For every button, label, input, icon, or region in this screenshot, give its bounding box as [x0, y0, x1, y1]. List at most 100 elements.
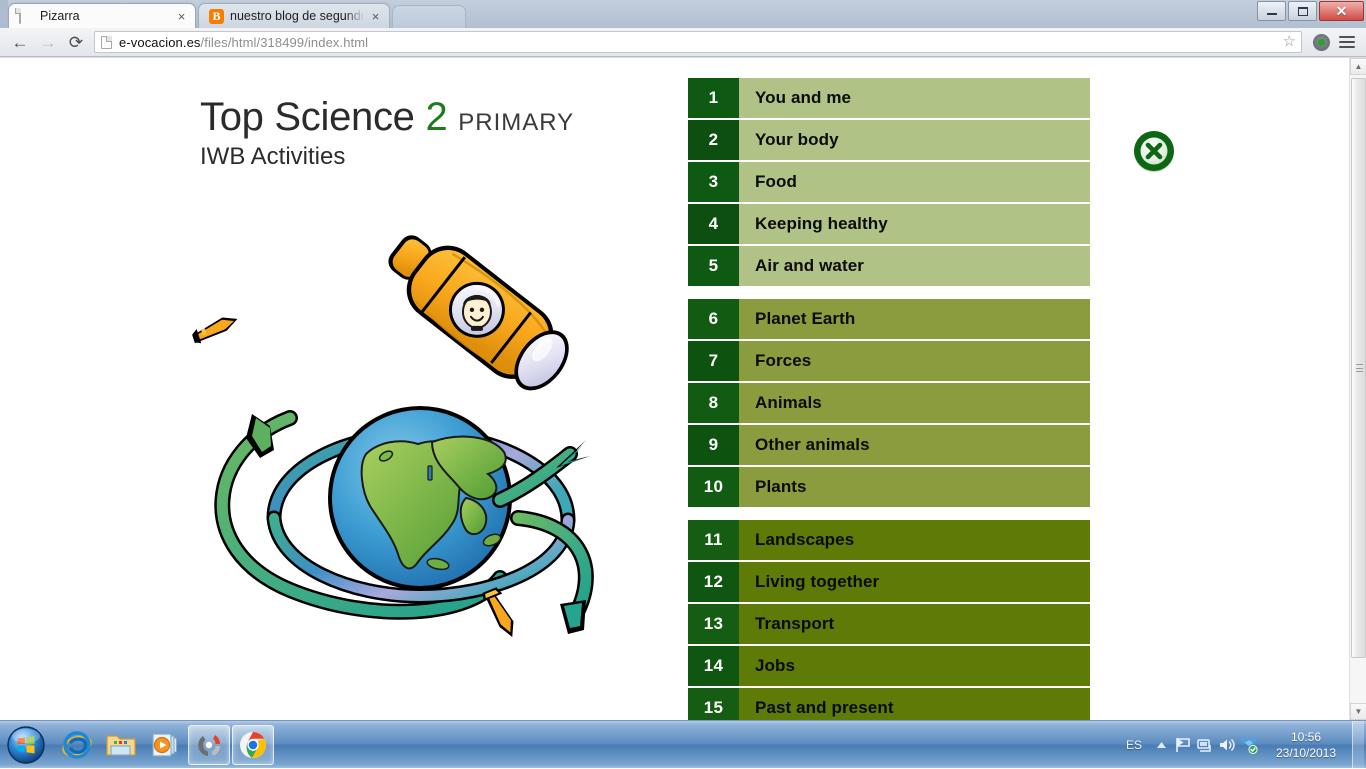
tab-title: Pizarra: [40, 9, 80, 23]
menu-item-number: 7: [688, 341, 739, 381]
menu-item-label: Other animals: [739, 425, 1090, 465]
back-icon[interactable]: ←: [6, 28, 34, 56]
network-icon[interactable]: [1194, 725, 1216, 765]
menu-item-7[interactable]: 7 Forces: [688, 341, 1090, 381]
reload-icon[interactable]: ⟳: [62, 28, 90, 56]
menu-item-1[interactable]: 1 You and me: [688, 78, 1090, 118]
activity-menu: 1 You and me 2 Your body 3 Food 4 Keepin…: [688, 78, 1090, 720]
menu-item-number: 5: [688, 246, 739, 286]
address-bar[interactable]: e-vocacion.es/files/html/318499/index.ht…: [94, 31, 1302, 53]
taskbar-internet-explorer-icon[interactable]: [56, 725, 98, 765]
taskbar-app-tool-icon[interactable]: [188, 724, 230, 765]
minimize-button[interactable]: [1257, 1, 1286, 21]
menu-item-label: Forces: [739, 341, 1090, 381]
menu-group-1: 1 You and me 2 Your body 3 Food 4 Keepin…: [688, 78, 1090, 286]
menu-item-3[interactable]: 3 Food: [688, 162, 1090, 202]
earth-globe-and-rocket-illustration: [170, 218, 690, 668]
menu-hamburger-icon[interactable]: [1334, 29, 1360, 55]
menu-item-label: Air and water: [739, 246, 1090, 286]
menu-item-5[interactable]: 5 Air and water: [688, 246, 1090, 286]
page-icon: [101, 35, 112, 49]
menu-item-13[interactable]: 13 Transport: [688, 604, 1090, 644]
page-title: Top Science 2 PRIMARY: [200, 96, 670, 138]
system-tray: ES 10:56 23/10/2013: [1118, 720, 1366, 769]
browser-window: Pizarra × B nuestro blog de segundo × ✕ …: [0, 0, 1366, 720]
scrollbar-thumb[interactable]: [1351, 78, 1366, 658]
show-hidden-icons-icon[interactable]: [1150, 725, 1172, 765]
tabstrip-left-edge: [0, 0, 8, 28]
start-button[interactable]: [2, 723, 50, 767]
browser-toolbar: ← → ⟳ e-vocacion.es/files/html/318499/in…: [0, 28, 1366, 57]
menu-item-11[interactable]: 11 Landscapes: [688, 520, 1090, 560]
taskbar-app-buttons: [56, 724, 274, 765]
menu-item-number: 4: [688, 204, 739, 244]
browser-tab-pizarra[interactable]: Pizarra ×: [8, 3, 196, 28]
menu-item-number: 3: [688, 162, 739, 202]
taskbar-clock[interactable]: 10:56 23/10/2013: [1260, 729, 1352, 761]
tab-title: nuestro blog de segundo: [230, 9, 364, 23]
menu-item-10[interactable]: 10 Plants: [688, 467, 1090, 507]
scroll-up-icon[interactable]: ▲: [1350, 58, 1366, 75]
bookmark-star-icon[interactable]: ☆: [1283, 34, 1296, 49]
menu-item-number: 12: [688, 562, 739, 602]
page-viewport: Top Science 2 PRIMARY IWB Activities 1 Y…: [0, 58, 1366, 720]
menu-item-number: 9: [688, 425, 739, 465]
close-icon[interactable]: ×: [174, 9, 189, 24]
page-close-button[interactable]: [1131, 128, 1177, 174]
menu-item-label: You and me: [739, 78, 1090, 118]
clock-date: 23/10/2013: [1275, 745, 1337, 760]
menu-item-number: 10: [688, 467, 739, 507]
menu-item-15[interactable]: 15 Past and present: [688, 688, 1090, 720]
menu-item-14[interactable]: 14 Jobs: [688, 646, 1090, 686]
menu-item-label: Past and present: [739, 688, 1090, 720]
menu-item-label: Landscapes: [739, 520, 1090, 560]
menu-item-6[interactable]: 6 Planet Earth: [688, 299, 1090, 339]
scrollbar-grip-icon: [1356, 364, 1363, 372]
menu-item-label: Living together: [739, 562, 1090, 602]
menu-item-number: 13: [688, 604, 739, 644]
menu-item-label: Keeping healthy: [739, 204, 1090, 244]
dropbox-icon[interactable]: [1238, 725, 1260, 765]
menu-item-label: Plants: [739, 467, 1090, 507]
clock-time: 10:56: [1290, 729, 1322, 744]
browser-tab-blog[interactable]: B nuestro blog de segundo ×: [198, 3, 390, 28]
menu-item-label: Jobs: [739, 646, 1090, 686]
menu-item-8[interactable]: 8 Animals: [688, 383, 1090, 423]
title-primary: PRIMARY: [458, 109, 575, 136]
menu-group-2: 6 Planet Earth 7 Forces 8 Animals 9 Othe…: [688, 299, 1090, 507]
menu-item-2[interactable]: 2 Your body: [688, 120, 1090, 160]
page-scrollbar[interactable]: ▲ ▼: [1349, 58, 1366, 720]
tray-language-indicator[interactable]: ES: [1118, 738, 1150, 752]
blogger-icon: B: [209, 8, 224, 24]
menu-item-4[interactable]: 4 Keeping healthy: [688, 204, 1090, 244]
scroll-down-icon[interactable]: ▼: [1350, 703, 1366, 720]
volume-icon[interactable]: [1216, 725, 1238, 765]
menu-item-label: Your body: [739, 120, 1090, 160]
close-icon[interactable]: ×: [368, 9, 383, 24]
url-text: e-vocacion.es/files/html/318499/index.ht…: [119, 35, 368, 50]
menu-item-label: Food: [739, 162, 1090, 202]
taskbar-windows-explorer-icon[interactable]: [100, 725, 142, 765]
menu-item-number: 11: [688, 520, 739, 560]
window-close-button[interactable]: ✕: [1319, 1, 1364, 21]
page-icon: [19, 7, 33, 24]
menu-group-3: 11 Landscapes 12 Living together 13 Tran…: [688, 520, 1090, 720]
forward-icon[interactable]: →: [34, 28, 62, 56]
window-controls: ✕: [1255, 1, 1364, 21]
title-number: 2: [425, 95, 448, 139]
action-center-flag-icon[interactable]: [1172, 725, 1194, 765]
maximize-button[interactable]: [1288, 1, 1317, 21]
new-tab-button[interactable]: [392, 5, 466, 28]
taskbar-google-chrome-icon[interactable]: [232, 724, 274, 765]
show-desktop-button[interactable]: [1352, 720, 1364, 769]
menu-item-12[interactable]: 12 Living together: [688, 562, 1090, 602]
menu-item-9[interactable]: 9 Other animals: [688, 425, 1090, 465]
menu-item-number: 8: [688, 383, 739, 423]
scrollbar-track[interactable]: [1350, 75, 1366, 703]
user-avatar-icon[interactable]: [1308, 29, 1334, 55]
menu-item-number: 14: [688, 646, 739, 686]
menu-item-label: Planet Earth: [739, 299, 1090, 339]
taskbar-windows-media-player-icon[interactable]: [144, 725, 186, 765]
menu-item-number: 2: [688, 120, 739, 160]
url-path: /files/html/318499/index.html: [200, 34, 369, 50]
